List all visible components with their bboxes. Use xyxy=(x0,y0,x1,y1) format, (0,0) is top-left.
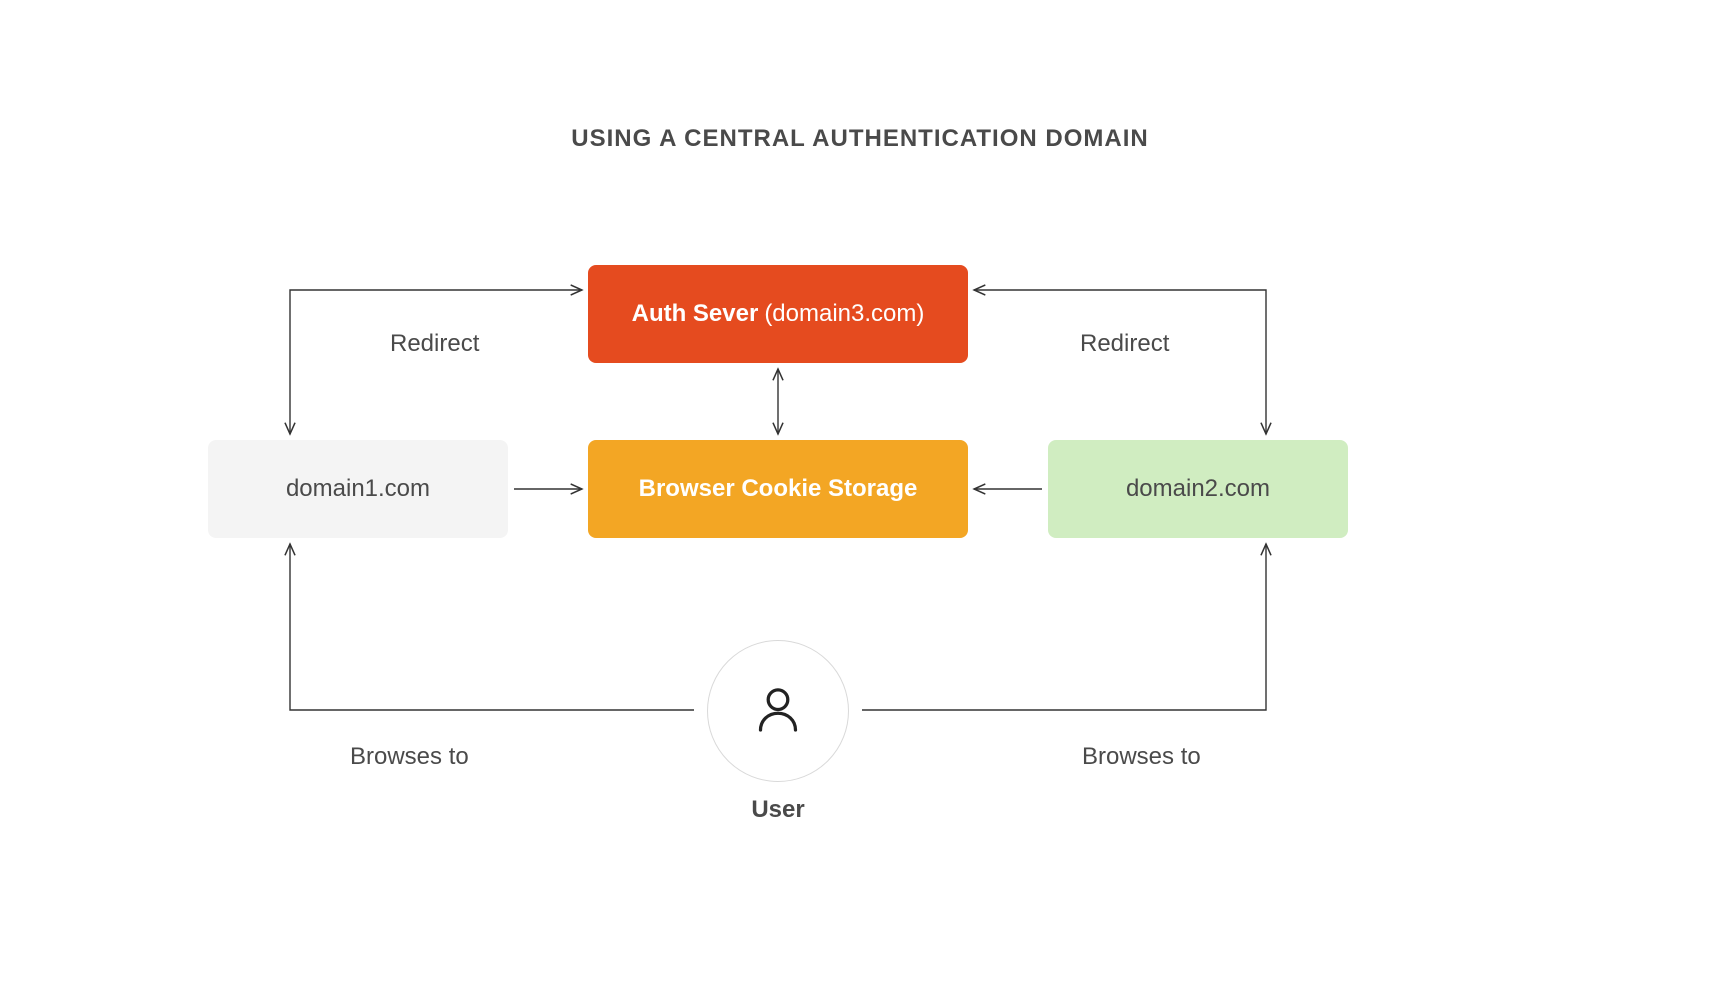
auth-server-label-rest: (domain3.com) xyxy=(764,300,924,328)
redirect-left-label: Redirect xyxy=(390,330,479,358)
user-node: User xyxy=(700,640,856,824)
cookie-storage-node: Browser Cookie Storage xyxy=(588,440,968,538)
domain1-label: domain1.com xyxy=(286,475,430,503)
domain1-node: domain1.com xyxy=(208,440,508,538)
user-circle xyxy=(707,640,849,782)
user-label: User xyxy=(700,796,856,824)
user-icon xyxy=(750,681,806,742)
diagram-title: USING A CENTRAL AUTHENTICATION DOMAIN xyxy=(0,125,1720,153)
diagram-stage: USING A CENTRAL AUTHENTICATION DOMAIN Au… xyxy=(0,0,1720,1000)
auth-server-label-strong: Auth Sever xyxy=(632,300,759,328)
redirect-right-label: Redirect xyxy=(1080,330,1169,358)
cookie-storage-label: Browser Cookie Storage xyxy=(639,475,918,503)
browses-left-label: Browses to xyxy=(350,743,469,771)
auth-server-node: Auth Sever (domain3.com) xyxy=(588,265,968,363)
domain2-node: domain2.com xyxy=(1048,440,1348,538)
browses-right-label: Browses to xyxy=(1082,743,1201,771)
domain2-label: domain2.com xyxy=(1126,475,1270,503)
